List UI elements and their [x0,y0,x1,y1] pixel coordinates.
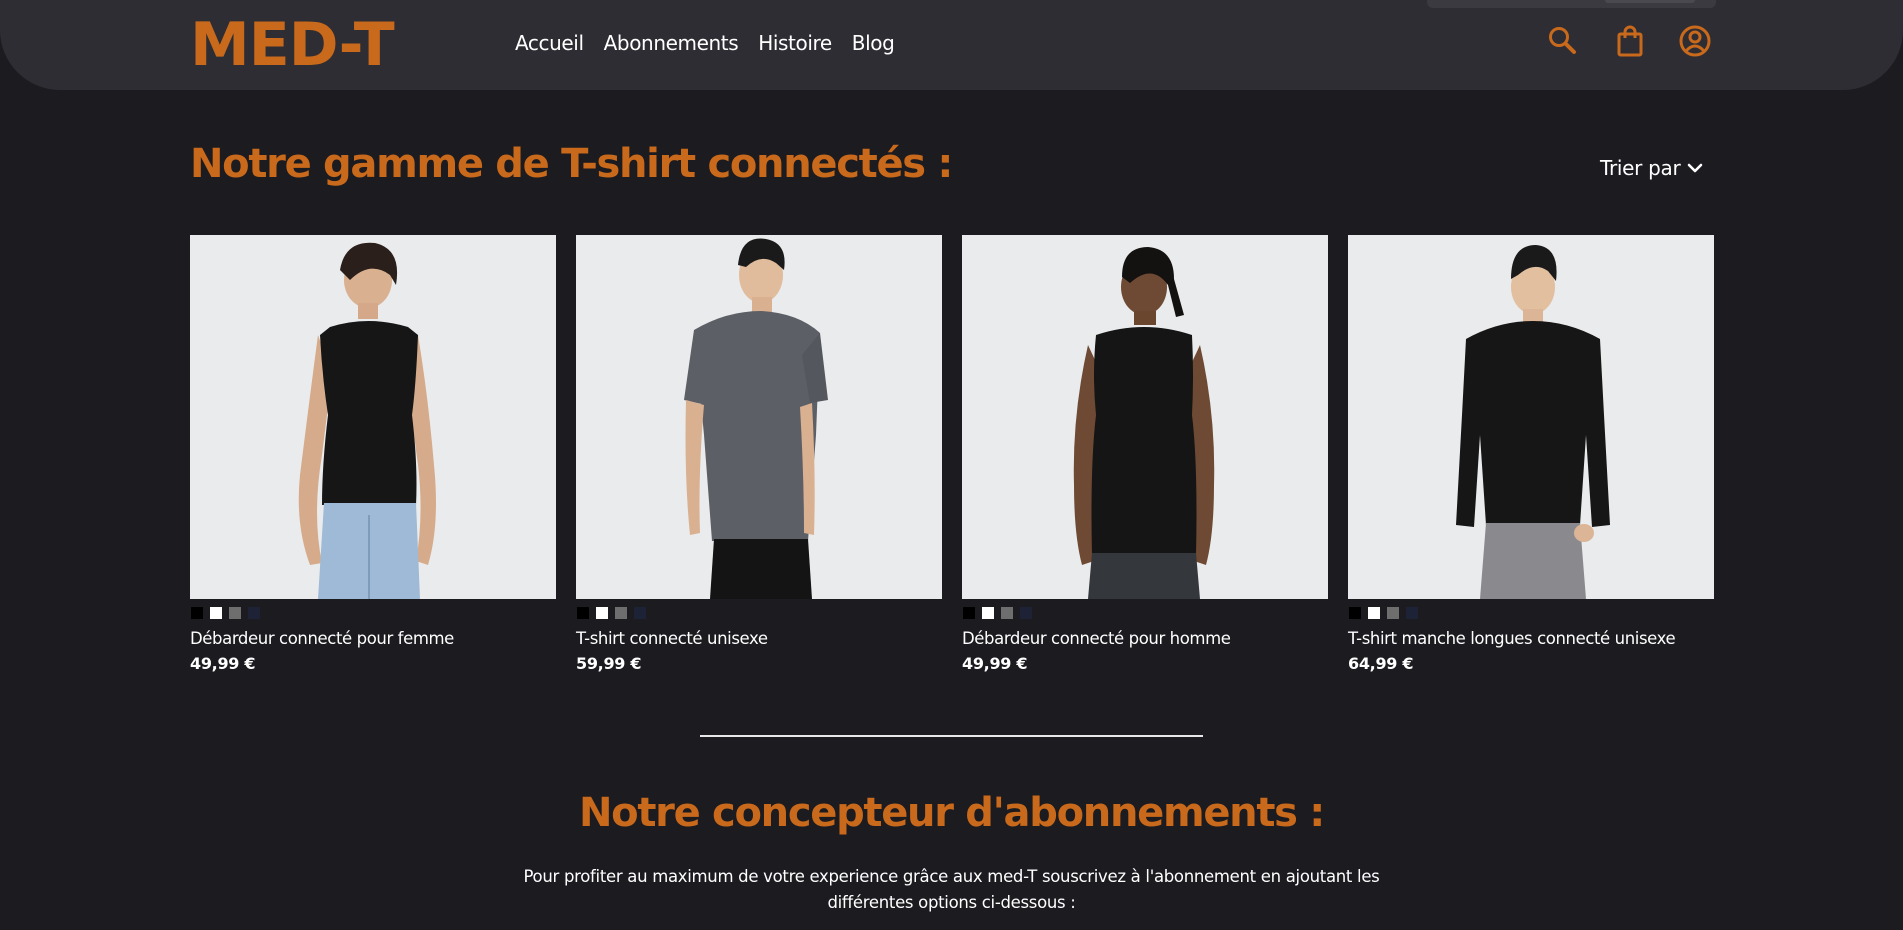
product-photo-man-grey-tshirt[interactable] [576,235,942,599]
product-card[interactable]: Débardeur connecté pour femme 49,99 € [190,235,556,673]
sort-label: Trier par [1600,156,1681,180]
swatch-navy[interactable] [1019,606,1033,620]
product-photo-man-black-tank-top[interactable] [962,235,1328,599]
site-logo[interactable]: MED-T [190,10,395,80]
swatch-white[interactable] [981,606,995,620]
color-swatches [190,606,556,620]
color-swatches [576,606,942,620]
shopping-bag-icon[interactable] [1613,24,1647,58]
swatch-navy[interactable] [1405,606,1419,620]
product-name[interactable]: Débardeur connecté pour femme [190,629,556,648]
swatch-grey[interactable] [614,606,628,620]
main-nav: Accueil Abonnements Histoire Blog [515,31,895,55]
swatch-grey[interactable] [1000,606,1014,620]
product-card[interactable]: Débardeur connecté pour homme 49,99 € [962,235,1328,673]
product-price: 49,99 € [962,654,1028,673]
catalog-title: Notre gamme de T-shirt connectés : [190,141,953,187]
swatch-white[interactable] [209,606,223,620]
swatch-grey[interactable] [1386,606,1400,620]
swatch-navy[interactable] [633,606,647,620]
search-icon[interactable] [1546,24,1580,58]
product-card[interactable]: T-shirt connecté unisexe 59,99 € [576,235,942,673]
product-photo-man-black-long-sleeve[interactable] [1348,235,1714,599]
user-account-icon[interactable] [1678,24,1712,58]
product-photo-woman-black-tank-top[interactable] [190,235,556,599]
swatch-black[interactable] [962,606,976,620]
subscription-title: Notre concepteur d'abonnements : [579,790,1325,836]
nav-link-histoire[interactable]: Histoire [758,31,832,55]
subscription-intro: Pour profiter au maximum de votre experi… [500,864,1403,916]
product-name[interactable]: T-shirt connecté unisexe [576,629,942,648]
nav-link-accueil[interactable]: Accueil [515,31,584,55]
swatch-white[interactable] [1367,606,1381,620]
product-price: 59,99 € [576,654,642,673]
product-name[interactable]: T-shirt manche longues connecté unisexe [1348,629,1714,648]
product-card[interactable]: T-shirt manche longues connecté unisexe … [1348,235,1714,673]
nav-link-blog[interactable]: Blog [852,31,895,55]
swatch-black[interactable] [1348,606,1362,620]
product-price: 64,99 € [1348,654,1414,673]
site-header: MED-T Accueil Abonnements Histoire Blog [0,0,1903,90]
section-divider [700,735,1203,737]
color-swatches [962,606,1328,620]
swatch-black[interactable] [576,606,590,620]
swatch-navy[interactable] [247,606,261,620]
sort-dropdown[interactable]: Trier par [1600,156,1704,180]
nav-link-abonnements[interactable]: Abonnements [604,31,739,55]
swatch-black[interactable] [190,606,204,620]
chevron-down-icon [1688,163,1703,173]
color-swatches [1348,606,1714,620]
product-price: 49,99 € [190,654,256,673]
product-name[interactable]: Débardeur connecté pour homme [962,629,1328,648]
browser-overlay-tab [1427,0,1716,8]
swatch-grey[interactable] [228,606,242,620]
subscription-intro-line2: différentes options ci-dessous : [827,893,1076,912]
subscription-intro-line1: Pour profiter au maximum de votre experi… [523,867,1380,886]
swatch-white[interactable] [595,606,609,620]
